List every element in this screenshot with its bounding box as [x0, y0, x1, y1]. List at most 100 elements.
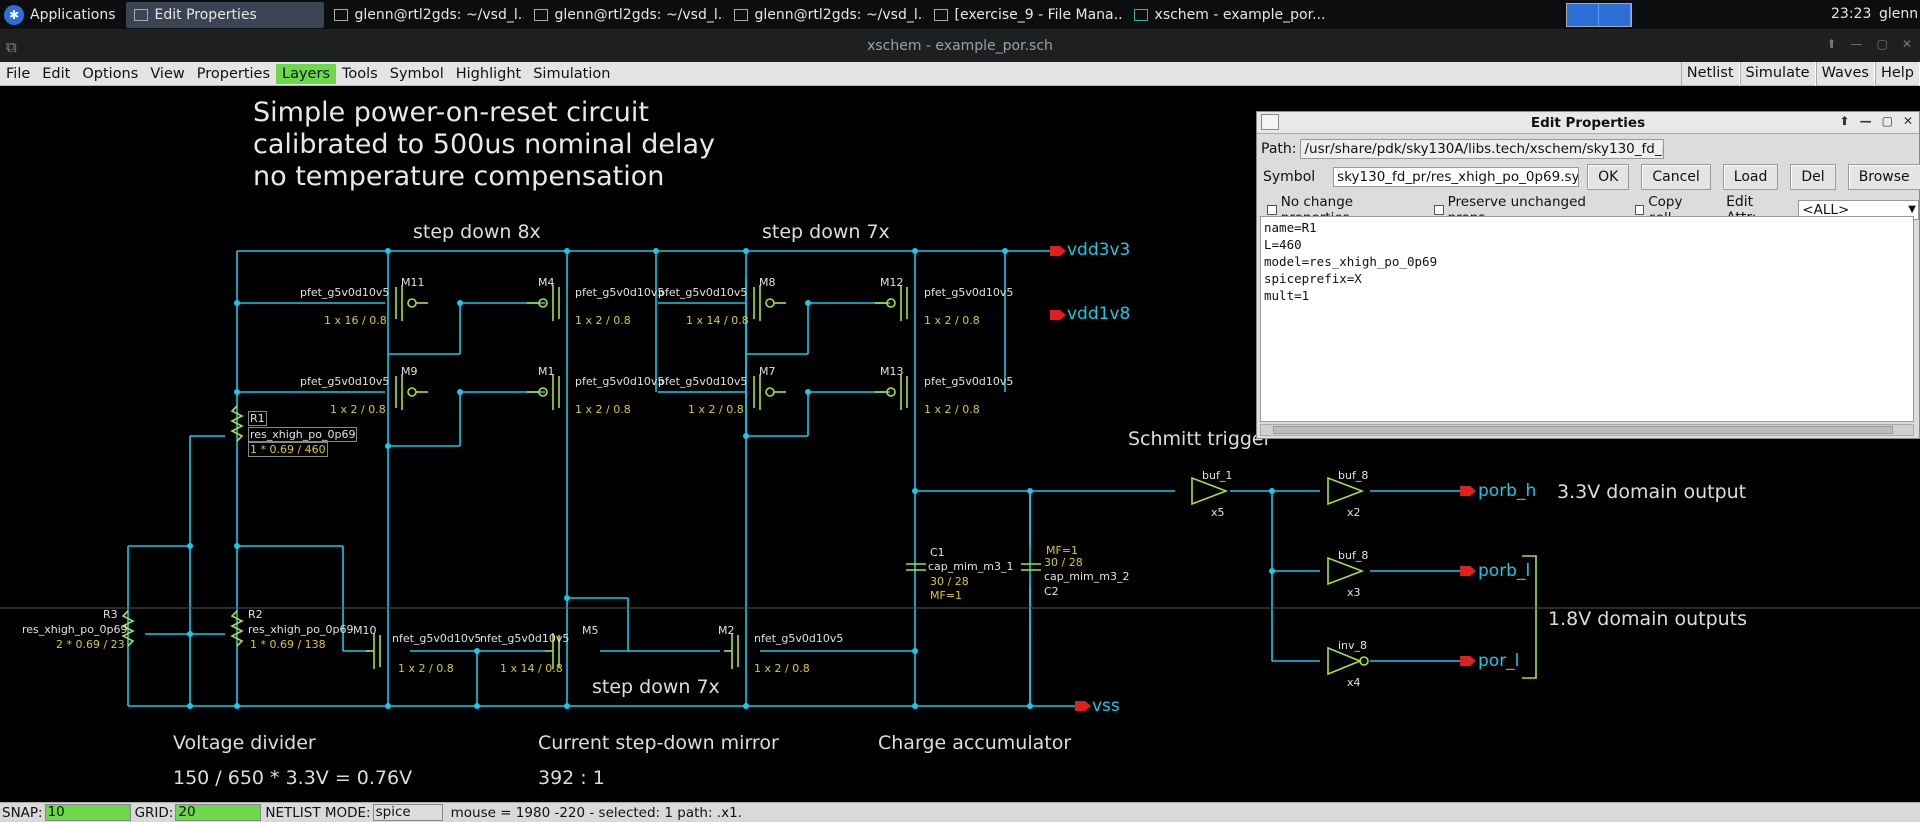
close-icon[interactable]: ✕	[1902, 37, 1912, 51]
scrollbar-thumb[interactable]	[1273, 426, 1893, 434]
load-button[interactable]: Load	[1722, 164, 1779, 190]
symbol-input[interactable]: sky130_fd_pr/res_xhigh_po_0p69.sym	[1333, 167, 1580, 187]
device-M2-name[interactable]: M2	[718, 624, 735, 637]
taskbar-task-xschem[interactable]: xschem - example_por....	[1126, 2, 1324, 28]
menu-file[interactable]: File	[0, 64, 36, 84]
device-M11-name[interactable]: M11	[401, 276, 425, 289]
taskbar-task-terminal-3[interactable]: glenn@rtl2gds: ~/vsd_l...	[726, 2, 924, 28]
device-x3-model: buf_8	[1338, 549, 1369, 562]
properties-textarea[interactable]: name=R1 L=460 model=res_xhigh_po_0p69 sp…	[1260, 216, 1914, 422]
device-x3-name[interactable]: x3	[1347, 586, 1361, 599]
device-x2-name[interactable]: x2	[1347, 506, 1361, 519]
terminal-icon	[333, 8, 348, 21]
dialog-titlebar: Edit Properties ⬆ — ▢ ✕	[1257, 112, 1919, 134]
device-M1-name[interactable]: M1	[538, 365, 555, 378]
browse-button[interactable]: Browse	[1847, 164, 1920, 190]
task-label: glenn@rtl2gds: ~/vsd_l...	[354, 6, 524, 23]
dialog-close-icon[interactable]: ✕	[1903, 114, 1913, 128]
device-M5-value: 1 x 14 / 0.8	[500, 662, 563, 675]
netlist-button[interactable]: Netlist	[1680, 62, 1740, 86]
label-1v8-domain: 1.8V domain outputs	[1548, 608, 1748, 630]
label-current-mirror: Current step-down mirror	[538, 732, 779, 754]
menu-view[interactable]: View	[144, 64, 190, 84]
netlist-mode-field[interactable]: spice	[372, 804, 443, 821]
workspace-pager[interactable]	[1566, 3, 1632, 27]
taskbar-task-terminal-2[interactable]: glenn@rtl2gds: ~/vsd_l...	[526, 2, 724, 28]
menu-edit[interactable]: Edit	[36, 64, 76, 84]
pin-por-l[interactable]: por_l	[1478, 651, 1519, 671]
device-M10-name[interactable]: M10	[353, 624, 377, 637]
cancel-button[interactable]: Cancel	[1641, 164, 1711, 190]
menubar: File Edit Options View Properties Layers…	[0, 62, 1920, 86]
user-menu[interactable]: glenn	[1879, 6, 1918, 22]
menu-tools[interactable]: Tools	[336, 64, 384, 84]
dialog-menu-icon[interactable]	[1261, 114, 1279, 130]
pin-vss[interactable]: vss	[1092, 696, 1120, 716]
menu-simulation[interactable]: Simulation	[527, 64, 616, 84]
device-M13-name[interactable]: M13	[880, 365, 904, 378]
dialog-minimize-icon[interactable]: —	[1860, 114, 1872, 128]
ok-button[interactable]: OK	[1587, 164, 1630, 190]
label-3v3-domain: 3.3V domain output	[1557, 481, 1747, 503]
terminal-icon	[533, 8, 548, 21]
device-x4-name[interactable]: x4	[1347, 676, 1361, 689]
path-field[interactable]: /usr/share/pdk/sky130A/libs.tech/xschem/…	[1300, 139, 1665, 159]
device-M12-name[interactable]: M12	[880, 276, 904, 289]
menu-highlight[interactable]: Highlight	[450, 64, 527, 84]
device-M8-value: 1 x 14 / 0.8	[686, 314, 749, 327]
device-M5-name[interactable]: M5	[582, 624, 599, 637]
device-C1-name[interactable]: C1	[930, 546, 945, 559]
snap-input[interactable]: 10	[44, 804, 131, 821]
menu-properties[interactable]: Properties	[191, 64, 276, 84]
device-R2-name[interactable]: R2	[248, 608, 263, 621]
minimize-icon[interactable]: —	[1851, 37, 1863, 51]
path-row: Path: /usr/share/pdk/sky130A/libs.tech/x…	[1261, 139, 1665, 159]
device-x5-name[interactable]: x5	[1211, 506, 1225, 519]
task-label: [exercise_9 - File Mana...	[954, 6, 1124, 23]
pin-porb-l[interactable]: porb_l	[1478, 561, 1530, 581]
taskbar-task-edit-properties[interactable]: Edit Properties	[125, 1, 324, 28]
device-C2-name[interactable]: C2	[1044, 585, 1059, 598]
task-label: glenn@rtl2gds: ~/vsd_l...	[554, 6, 724, 23]
device-R3-name[interactable]: R3	[103, 608, 118, 621]
pin-vdd3v3[interactable]: vdd3v3	[1067, 240, 1130, 260]
dialog-maximize-icon[interactable]: ▢	[1882, 114, 1893, 128]
horizontal-scrollbar[interactable]	[1260, 424, 1914, 436]
clock: 23:23	[1831, 6, 1872, 22]
edit-properties-dialog: Edit Properties ⬆ — ▢ ✕ Path: /usr/share…	[1256, 111, 1920, 439]
device-M2-model: nfet_g5v0d10v5	[754, 632, 844, 645]
device-C1-mf: MF=1	[930, 589, 963, 602]
dialog-shade-icon[interactable]: ⬆	[1840, 114, 1850, 128]
taskbar-task-file-manager[interactable]: [exercise_9 - File Mana...	[926, 2, 1124, 28]
taskbar-task-terminal-1[interactable]: glenn@rtl2gds: ~/vsd_l...	[326, 2, 524, 28]
menu-symbol[interactable]: Symbol	[384, 64, 450, 84]
device-R1-name[interactable]: R1	[248, 411, 267, 426]
menu-layers[interactable]: Layers	[276, 63, 336, 84]
device-R1-value: 1 * 0.69 / 460	[248, 442, 328, 457]
simulate-button[interactable]: Simulate	[1739, 62, 1816, 86]
schematic-title: Simple power-on-reset circuit calibrated…	[253, 97, 715, 193]
applications-menu[interactable]: ✱ Applications	[0, 0, 124, 30]
device-M8-name[interactable]: M8	[759, 276, 776, 289]
pin-porb-h[interactable]: porb_h	[1478, 481, 1536, 501]
device-M9-model: pfet_g5v0d10v5	[300, 375, 390, 388]
window-menu-icon[interactable]: ⧉	[6, 38, 17, 56]
task-label: xschem - example_por....	[1154, 6, 1324, 23]
help-button[interactable]: Help	[1874, 62, 1920, 86]
pin-vdd1v8[interactable]: vdd1v8	[1067, 304, 1130, 324]
device-R3-value: 2 * 0.69 / 23	[56, 638, 125, 651]
device-M9-name[interactable]: M9	[401, 365, 418, 378]
window-icon	[133, 8, 148, 21]
maximize-icon[interactable]: ▢	[1877, 37, 1888, 51]
label-step-down-7x-top: step down 7x	[762, 221, 890, 243]
device-M8-model: pfet_g5v0d10v5	[658, 286, 748, 299]
waves-button[interactable]: Waves	[1815, 62, 1875, 86]
device-M5-model: nfet_g5v0d10v5	[480, 632, 570, 645]
applications-label: Applications	[30, 6, 116, 23]
menu-options[interactable]: Options	[76, 64, 144, 84]
del-button[interactable]: Del	[1790, 164, 1836, 190]
device-M7-name[interactable]: M7	[759, 365, 776, 378]
device-M4-name[interactable]: M4	[538, 276, 555, 289]
shade-icon[interactable]: ⬆	[1827, 37, 1837, 51]
grid-input[interactable]: 20	[175, 804, 262, 821]
